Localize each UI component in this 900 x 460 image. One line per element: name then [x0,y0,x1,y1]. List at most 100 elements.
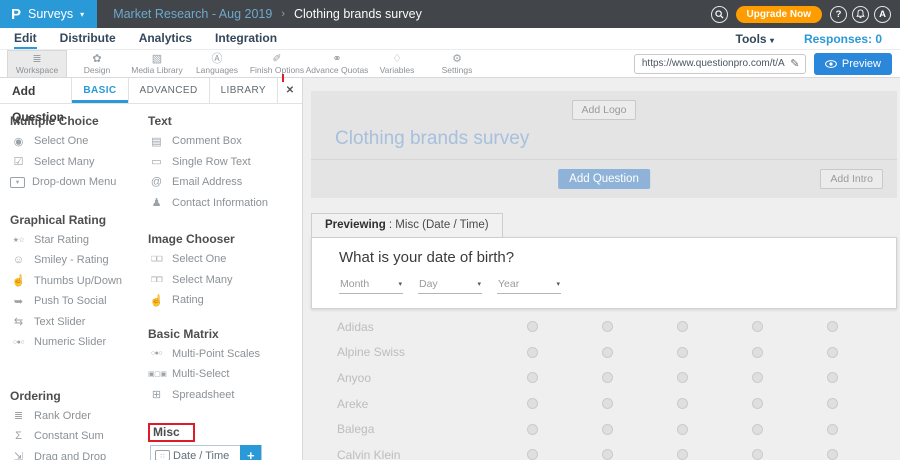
radio-button[interactable] [527,424,538,435]
question-type-email-address[interactable]: @Email Address [148,172,298,193]
chevron-down-icon: ▾ [556,280,560,288]
matrix-cell [645,347,720,358]
question-type-select-one[interactable]: ◉Select One [10,131,148,152]
content-area: Add Question BASICADVANCEDLIBRARY ✕ Mult… [0,78,900,460]
toolbar-tab-workspace[interactable]: ≣Workspace [7,50,67,77]
question-type-multi-point-scales[interactable]: ○●○Multi-Point Scales [148,344,298,365]
menu-item-distribute[interactable]: Distribute [60,28,116,49]
responses-link[interactable]: Responses: 0 [804,32,882,46]
panel-tab-basic[interactable]: BASIC [71,78,127,103]
toolbar-tab-media-library[interactable]: ▧Media Library [127,50,187,77]
tools-menu[interactable]: Tools ▾ [736,32,774,46]
radio-button[interactable] [677,424,688,435]
edit-url-pencil-icon[interactable]: ✎ [785,57,805,70]
upgrade-now-button[interactable]: Upgrade Now [736,6,822,23]
radio-button[interactable] [752,449,763,460]
avatar[interactable]: A [874,6,891,23]
question-type-thumbs-up-down[interactable]: ☝Thumbs Up/Down [10,271,148,292]
question-type-constant-sum[interactable]: ΣConstant Sum [10,426,148,447]
panel-col-2: Text▤Comment Box▭Single Row Text@Email A… [148,106,298,460]
radio-button[interactable] [602,372,613,383]
notifications-button[interactable] [852,6,869,23]
radio-button[interactable] [527,449,538,460]
radio-button[interactable] [752,398,763,409]
radio-button[interactable] [602,449,613,460]
toolbar-tab-languages[interactable]: ⒶLanguages [187,50,247,77]
radio-button[interactable] [677,372,688,383]
radio-button[interactable] [677,347,688,358]
radio-button[interactable] [602,424,613,435]
radio-button[interactable] [752,321,763,332]
question-type-select-many[interactable]: ☑Select Many [10,152,148,173]
question-type-single-row-text[interactable]: ▭Single Row Text [148,152,298,173]
panel-tab-advanced[interactable]: ADVANCED [128,78,209,103]
close-panel-button[interactable]: ✕ [277,78,302,103]
date-select-month[interactable]: Month▾ [339,276,403,294]
question-type-select-one[interactable]: ❏❏Select One [148,249,298,270]
question-type-contact-information[interactable]: ♟Contact Information [148,193,298,214]
question-type-multi-select[interactable]: ▣▢▣Multi-Select [148,364,298,385]
matrix-cell [720,449,795,460]
question-type-date-time[interactable]: ∷Date / Time+ [150,445,262,460]
radio-button[interactable] [602,347,613,358]
radio-button[interactable] [827,347,838,358]
add-intro-button[interactable]: Add Intro [820,169,883,189]
help-button[interactable]: ? [830,6,847,23]
product-switcher[interactable]: P Surveys ▾ [0,0,97,28]
date-select-year[interactable]: Year▾ [497,276,561,294]
question-section-misc: Misc∷Date / Time+✓xCaptcha [148,415,298,460]
toolbar-tab-finish-options[interactable]: ✐Finish Options [247,50,307,77]
radio-button[interactable] [527,347,538,358]
question-type-drag-and-drop[interactable]: ⇲Drag and Drop [10,447,148,460]
survey-url-input[interactable]: https://www.questionpro.com/t/APNrfZ [635,58,785,69]
breadcrumb-folder[interactable]: Market Research - Aug 2019 [113,7,272,21]
radio-button[interactable] [827,372,838,383]
preview-button[interactable]: Preview [814,53,892,75]
radio-button[interactable] [677,398,688,409]
question-type-push-to-social[interactable]: ➥Push To Social [10,291,148,312]
select-value: Month [340,278,369,290]
radio-button[interactable] [827,449,838,460]
radio-button[interactable] [527,372,538,383]
menu-item-edit[interactable]: Edit [14,28,37,49]
question-type-smiley-rating[interactable]: ☺Smiley - Rating [10,250,148,271]
radio-button[interactable] [527,321,538,332]
toolbar-tab-design[interactable]: ✿Design [67,50,127,77]
question-type-label: Multi-Select [172,368,229,380]
radio-button[interactable] [827,321,838,332]
question-type-select-many[interactable]: ❐❐Select Many [148,270,298,291]
topbar: P Surveys ▾ Market Research - Aug 2019 ›… [0,0,900,28]
question-type-rating[interactable]: ☝Rating [148,290,298,311]
radio-button[interactable] [602,321,613,332]
search-button[interactable] [711,6,728,23]
search-icon [715,10,724,19]
radio-button[interactable] [677,449,688,460]
toolbar-tab-settings[interactable]: ⚙Settings [427,50,487,77]
toolbar-tab-variables[interactable]: ♢Variables [367,50,427,77]
radio-button[interactable] [602,398,613,409]
radio-button[interactable] [752,347,763,358]
add-date-time-button[interactable]: + [240,445,261,460]
radio-button[interactable] [827,424,838,435]
question-type-spreadsheet[interactable]: ⊞Spreadsheet [148,385,298,406]
menu-item-analytics[interactable]: Analytics [139,28,192,49]
date-select-day[interactable]: Day▾ [418,276,482,294]
add-logo-button[interactable]: Add Logo [572,100,637,120]
question-type-star-rating[interactable]: ★☆Star Rating [10,230,148,251]
question-type-comment-box[interactable]: ▤Comment Box [148,131,298,152]
radio-button[interactable] [527,398,538,409]
radio-button[interactable] [827,398,838,409]
add-question-button[interactable]: Add Question [558,169,650,189]
radio-button[interactable] [752,424,763,435]
radio-button[interactable] [752,372,763,383]
panel-tab-library[interactable]: LIBRARY [209,78,277,103]
question-type-text-slider[interactable]: ⇆Text Slider [10,312,148,333]
question-type-drop-down-menu[interactable]: ▾Drop-down Menu [10,172,148,193]
question-type-numeric-slider[interactable]: ○●○Numeric Slider [10,332,148,353]
email-at-icon: @ [148,176,165,188]
toolbar-tab-advance-quotas[interactable]: ⚭Advance Quotas [307,50,367,77]
menu-item-integration[interactable]: Integration [215,28,277,49]
radio-button[interactable] [677,321,688,332]
rank-order-icon: ≣ [10,409,27,422]
question-type-rank-order[interactable]: ≣Rank Order [10,406,148,427]
